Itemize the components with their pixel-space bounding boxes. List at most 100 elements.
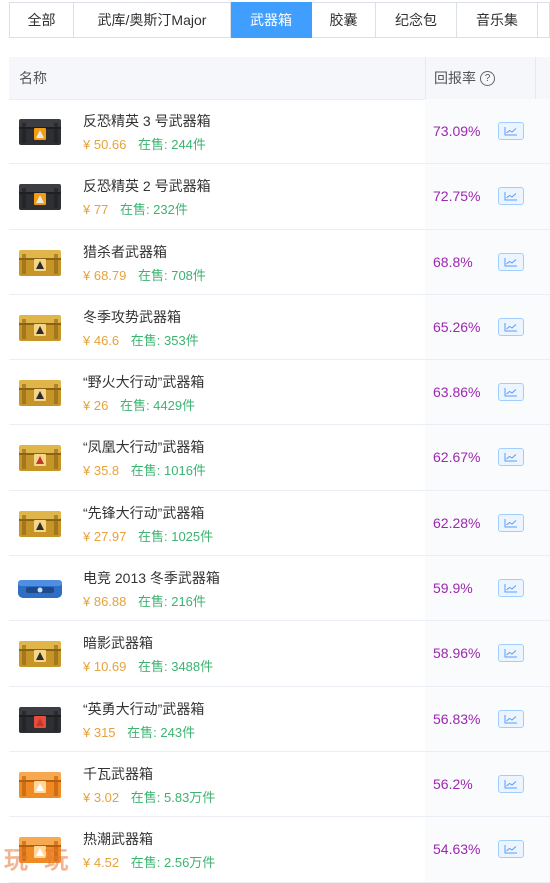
tab-capsules[interactable]: 胶囊 [312, 2, 376, 38]
weapon-case-icon [19, 184, 61, 211]
on-sale-count: 在售: 5.83万件 [130, 789, 216, 805]
case-thumbnail [16, 570, 64, 606]
case-meta: ¥ 77 在售: 232件 [83, 199, 188, 218]
weapon-case-icon [19, 445, 61, 472]
tab-more[interactable] [538, 2, 550, 38]
price-chart-button[interactable] [498, 252, 524, 271]
column-header-return-rate[interactable]: 回报率 ? [434, 68, 495, 88]
price-chart-button[interactable] [498, 644, 524, 663]
on-sale-count: 在售: 243件 [127, 724, 196, 740]
price-chart-button[interactable] [498, 383, 524, 402]
case-name[interactable]: “凤凰大行动”武器箱 [83, 437, 204, 457]
on-sale-count: 在售: 1016件 [130, 463, 206, 479]
weapon-case-icon [19, 119, 61, 145]
return-rate: 62.28% [433, 514, 481, 531]
price-chart-button[interactable] [498, 448, 524, 467]
case-thumbnail [16, 113, 64, 149]
case-name[interactable]: 冬季攻势武器箱 [83, 307, 181, 327]
case-thumbnail [16, 701, 64, 737]
table-row[interactable]: 反恐精英 3 号武器箱 ¥ 50.66 在售: 244件 73.09% [9, 99, 550, 165]
case-name[interactable]: 热潮武器箱 [83, 829, 153, 849]
column-header-name[interactable]: 名称 [19, 68, 47, 88]
price-chart-button[interactable] [498, 122, 524, 140]
weapon-case-icon [19, 249, 61, 276]
case-thumbnail [16, 439, 64, 475]
weapon-case-icon [19, 510, 61, 537]
case-meta: ¥ 27.97 在售: 1025件 [83, 526, 213, 545]
on-sale-count: 在售: 244件 [138, 137, 206, 152]
table-row[interactable]: “先锋大行动”武器箱 ¥ 27.97 在售: 1025件 62.28% [9, 490, 550, 557]
case-price: ¥ 35.8 [83, 463, 120, 479]
line-chart-icon [504, 453, 517, 462]
watermark-logo: 玩 玩 [4, 840, 72, 875]
table-row[interactable]: 猎杀者武器箱 ¥ 68.79 在售: 708件 68.8% [9, 229, 550, 295]
price-chart-button[interactable] [498, 317, 524, 336]
column-divider [425, 57, 426, 99]
tab-armory-austin-major[interactable]: 武库/奥斯汀Major [74, 2, 231, 38]
case-price: ¥ 4.52 [83, 855, 120, 871]
on-sale-count: 在售: 3488件 [138, 659, 214, 675]
line-chart-icon [504, 127, 517, 136]
return-rate: 56.2% [433, 775, 473, 792]
case-name[interactable]: 暗影武器箱 [83, 633, 153, 653]
table-row[interactable]: 热潮武器箱 ¥ 4.52 在售: 2.56万件 54.63% [9, 817, 550, 883]
on-sale-count: 在售: 232件 [119, 202, 188, 218]
tab-music-kits[interactable]: 音乐集 [457, 2, 538, 38]
weapon-case-icon [19, 641, 61, 668]
line-chart-icon [504, 388, 517, 397]
price-chart-button[interactable] [498, 709, 524, 728]
return-rate: 58.96% [433, 645, 481, 662]
case-thumbnail [16, 505, 64, 541]
case-name[interactable]: 电竞 2013 冬季武器箱 [83, 568, 220, 588]
price-chart-button[interactable] [498, 840, 524, 859]
case-meta: ¥ 35.8 在售: 1016件 [83, 460, 206, 479]
weapon-case-icon [19, 314, 61, 341]
case-meta: ¥ 46.6 在售: 353件 [83, 330, 199, 349]
line-chart-icon [504, 257, 517, 267]
table-row[interactable]: 反恐精英 2 号武器箱 ¥ 77 在售: 232件 72.75% [9, 164, 550, 230]
table-row[interactable]: “英勇大行动”武器箱 ¥ 315 在售: 243件 56.83% [9, 686, 550, 752]
case-thumbnail [16, 178, 64, 214]
tab-all[interactable]: 全部 [9, 2, 74, 38]
table-row[interactable]: “野火大行动”武器箱 ¥ 26 在售: 4429件 63.86% [9, 360, 550, 426]
weapon-case-icon [18, 580, 62, 599]
case-list: 反恐精英 3 号武器箱 ¥ 50.66 在售: 244件 73.09% 反恐精英… [9, 99, 550, 883]
tab-souvenir-packages[interactable]: 纪念包 [376, 2, 457, 38]
return-rate: 59.9% [433, 580, 473, 597]
case-name[interactable]: 反恐精英 2 号武器箱 [83, 176, 211, 196]
table-row[interactable]: 千瓦武器箱 ¥ 3.02 在售: 5.83万件 56.2% [9, 751, 550, 818]
case-price: ¥ 26 [83, 398, 109, 414]
price-chart-button[interactable] [498, 187, 524, 206]
price-chart-button[interactable] [498, 513, 524, 532]
table-row[interactable]: “凤凰大行动”武器箱 ¥ 35.8 在售: 1016件 62.67% [9, 425, 550, 491]
case-name[interactable]: “野火大行动”武器箱 [83, 372, 204, 392]
price-chart-button[interactable] [498, 579, 524, 598]
case-name[interactable]: “英勇大行动”武器箱 [83, 699, 204, 719]
line-chart-icon [504, 322, 517, 332]
return-rate: 68.8% [433, 253, 473, 270]
case-price: ¥ 3.02 [83, 789, 120, 805]
table-row[interactable]: 电竞 2013 冬季武器箱 ¥ 86.88 在售: 216件 59.9% [9, 556, 550, 622]
case-name[interactable]: 反恐精英 3 号武器箱 [83, 111, 211, 131]
column-divider [535, 57, 536, 99]
table-row[interactable]: 暗影武器箱 ¥ 10.69 在售: 3488件 58.96% [9, 621, 550, 687]
watermark-text: 玩 玩 [4, 845, 73, 874]
weapon-case-icon [19, 771, 61, 798]
case-name[interactable]: 猎杀者武器箱 [83, 242, 167, 262]
price-chart-button[interactable] [498, 774, 524, 793]
line-chart-icon [504, 518, 517, 528]
tab-weapon-cases[interactable]: 武器箱 [231, 2, 312, 38]
case-name[interactable]: “先锋大行动”武器箱 [83, 503, 204, 523]
on-sale-count: 在售: 708件 [138, 267, 206, 283]
question-circle-icon[interactable]: ? [480, 70, 495, 86]
return-rate: 56.83% [433, 710, 481, 727]
case-thumbnail [16, 309, 64, 345]
case-meta: ¥ 10.69 在售: 3488件 [83, 656, 213, 675]
line-chart-icon [504, 714, 517, 724]
table-row[interactable]: 冬季攻势武器箱 ¥ 46.6 在售: 353件 65.26% [9, 294, 550, 361]
return-rate: 73.09% [433, 123, 481, 139]
line-chart-icon [504, 649, 517, 658]
case-name[interactable]: 千瓦武器箱 [83, 764, 153, 784]
return-rate: 63.86% [433, 384, 481, 401]
table-header: 名称 回报率 ? [9, 57, 550, 100]
